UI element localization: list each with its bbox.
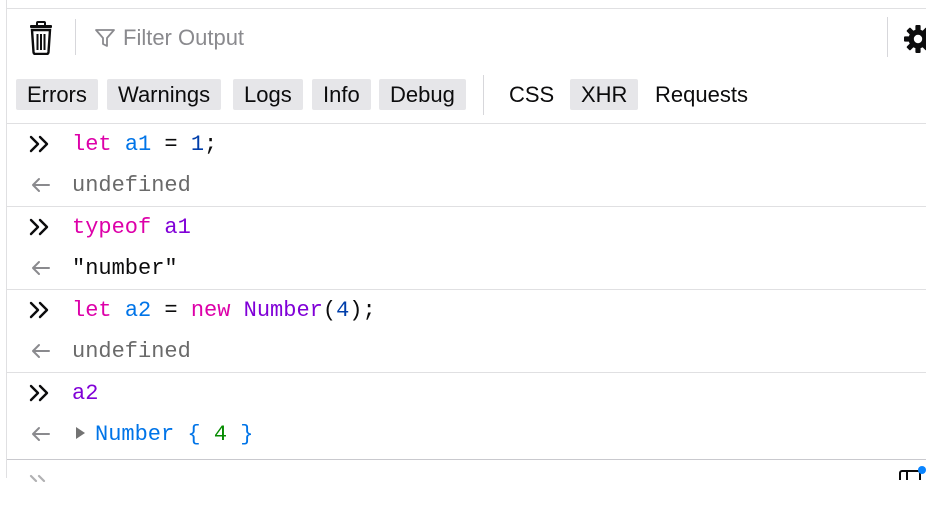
chevron-prompt-icon xyxy=(29,468,51,482)
filter-xhr-button[interactable]: XHR xyxy=(570,79,638,110)
console-result-value: undefined xyxy=(72,174,191,198)
chevron-prompt-icon xyxy=(29,383,53,403)
filter-debug-button[interactable]: Debug xyxy=(379,79,466,110)
filter-errors-button[interactable]: Errors xyxy=(16,79,98,110)
console-toolbar xyxy=(7,8,926,68)
chevron-prompt-icon xyxy=(29,300,53,320)
chevron-prompt-icon xyxy=(29,217,53,237)
toolbar-divider-right xyxy=(887,17,888,57)
console-result-row: "number" xyxy=(7,248,926,290)
filter-requests-button[interactable]: Requests xyxy=(644,79,759,110)
left-arrow-icon xyxy=(29,175,53,195)
console-input-row: let a1 = 1; xyxy=(7,124,926,165)
filter-warnings-button[interactable]: Warnings xyxy=(107,79,221,110)
left-arrow-icon xyxy=(29,424,53,444)
filter-divider xyxy=(483,75,484,115)
console-input-code: let a2 = new Number(4); xyxy=(72,299,376,323)
console-result-row: Number { 4 } xyxy=(7,414,926,455)
filter-logs-button[interactable]: Logs xyxy=(233,79,303,110)
left-arrow-icon xyxy=(29,258,53,278)
console-result-row: undefined xyxy=(7,165,926,207)
console-input-code: let a1 = 1; xyxy=(72,133,217,157)
trash-icon[interactable] xyxy=(27,21,55,55)
console-input-row: let a2 = new Number(4); xyxy=(7,290,926,331)
console-input-code: typeof a1 xyxy=(72,216,191,240)
object-inspector[interactable]: Number { 4 } xyxy=(72,423,253,447)
console-result-value: undefined xyxy=(72,340,191,364)
expand-triangle-icon[interactable] xyxy=(76,427,85,439)
console-input-code: a2 xyxy=(72,382,98,406)
filter-icon xyxy=(94,27,116,49)
chevron-prompt-icon xyxy=(29,134,53,154)
console-input-row: a2 xyxy=(7,373,926,414)
console-result-row: undefined xyxy=(7,331,926,373)
toolbar-divider xyxy=(75,19,76,55)
filter-css-button[interactable]: CSS xyxy=(498,79,565,110)
gear-icon[interactable] xyxy=(897,21,926,57)
filter-bar: Errors Warnings Logs Info Debug CSS XHR … xyxy=(7,67,926,124)
console-result-value: "number" xyxy=(72,257,178,281)
filter-info-button[interactable]: Info xyxy=(312,79,371,110)
filter-output-input[interactable] xyxy=(123,22,763,54)
input-divider xyxy=(7,459,926,460)
console-output: let a1 = 1; undefined typeof a1 "number"… xyxy=(7,124,926,455)
left-arrow-icon xyxy=(29,341,53,361)
console-input-row: typeof a1 xyxy=(7,207,926,248)
